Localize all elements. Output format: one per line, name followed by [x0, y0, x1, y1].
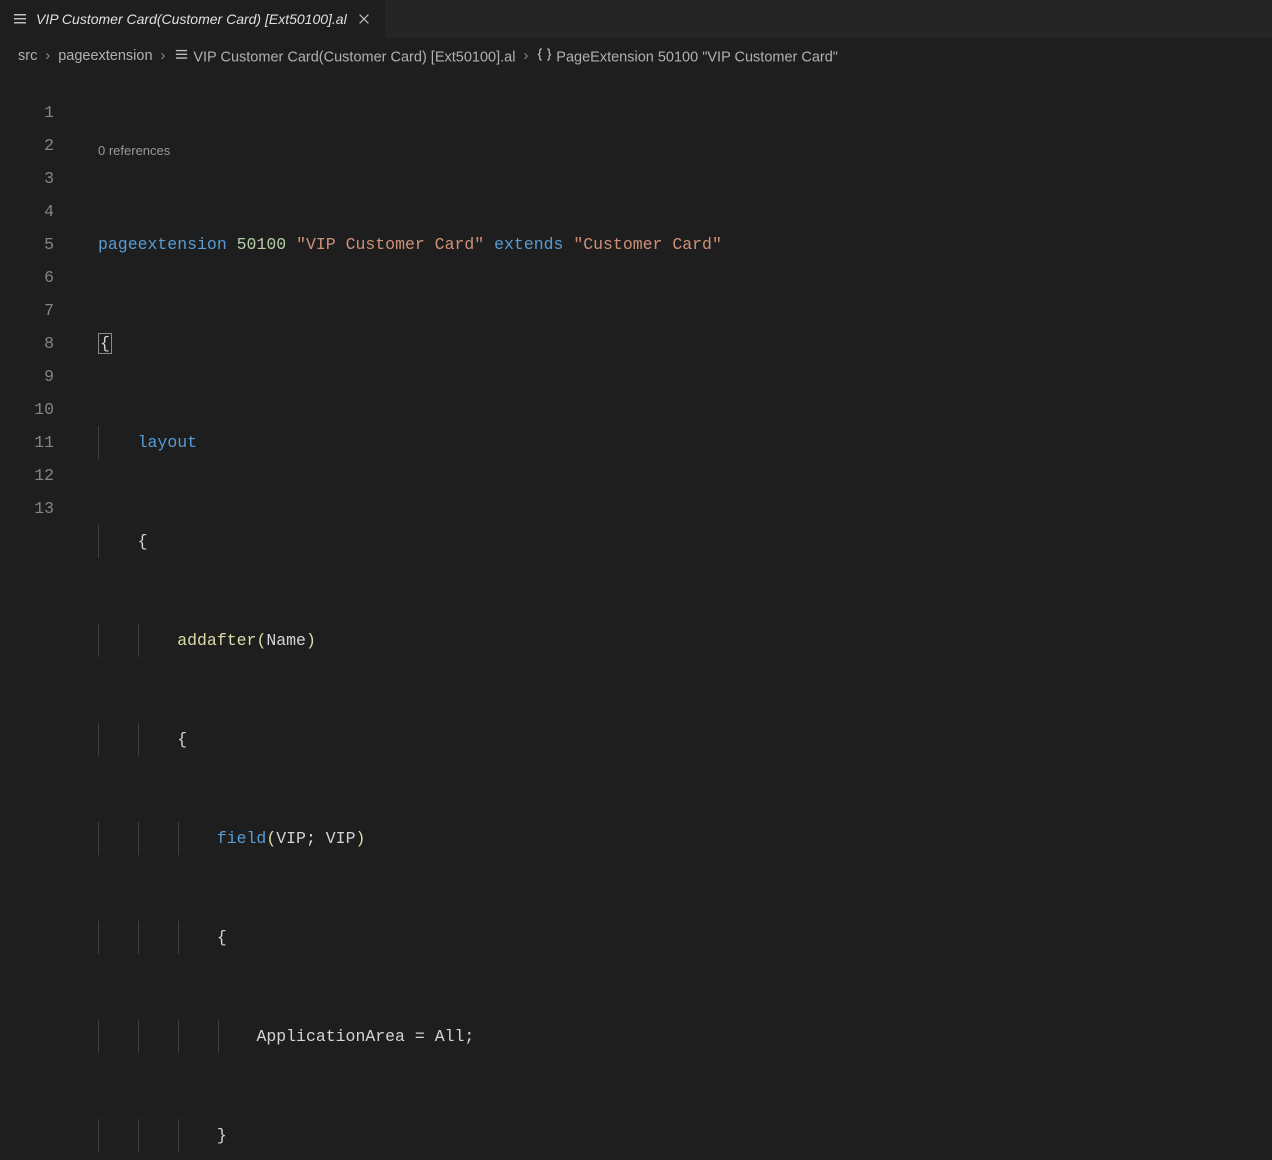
breadcrumb-symbol-label: PageExtension 50100 "VIP Customer Card": [556, 50, 838, 66]
file-icon: [12, 11, 28, 27]
file-icon: [173, 46, 189, 62]
breadcrumb-file[interactable]: VIP Customer Card(Customer Card) [Ext501…: [173, 46, 515, 66]
line-number: 9: [0, 360, 54, 393]
close-icon[interactable]: [355, 10, 373, 28]
line-number: 13: [0, 492, 54, 525]
tab-filename: VIP Customer Card(Customer Card) [Ext501…: [36, 11, 347, 27]
code-editor[interactable]: 1 2 3 4 5 6 7 8 9 10 11 12 13 0 referenc…: [0, 74, 1272, 1160]
breadcrumb-pageextension[interactable]: pageextension: [58, 48, 152, 64]
chevron-right-icon: ›: [523, 48, 528, 64]
chevron-right-icon: ›: [161, 48, 166, 64]
line-number: 1: [0, 96, 54, 129]
line-number: 3: [0, 162, 54, 195]
line-number: 2: [0, 129, 54, 162]
code-line[interactable]: field(VIP; VIP): [80, 822, 1272, 855]
line-number: 10: [0, 393, 54, 426]
file-tab-active[interactable]: VIP Customer Card(Customer Card) [Ext501…: [0, 0, 386, 38]
line-number: 6: [0, 261, 54, 294]
code-area[interactable]: 0 references pageextension 50100 "VIP Cu…: [80, 74, 1272, 1160]
code-line[interactable]: {: [80, 525, 1272, 558]
line-number: 5: [0, 228, 54, 261]
line-number: 11: [0, 426, 54, 459]
breadcrumb-file-label: VIP Customer Card(Customer Card) [Ext501…: [193, 50, 515, 66]
line-number: 12: [0, 459, 54, 492]
code-line[interactable]: addafter(Name): [80, 624, 1272, 657]
code-line[interactable]: }: [80, 1119, 1272, 1152]
line-number-gutter: 1 2 3 4 5 6 7 8 9 10 11 12 13: [0, 74, 80, 1160]
line-number: 4: [0, 195, 54, 228]
code-line[interactable]: layout: [80, 426, 1272, 459]
codelens-references[interactable]: 0 references: [80, 140, 1272, 162]
line-number: 8: [0, 327, 54, 360]
braces-icon: [536, 46, 552, 62]
code-line[interactable]: {: [80, 327, 1272, 360]
breadcrumb-src[interactable]: src: [18, 48, 37, 64]
tab-bar: VIP Customer Card(Customer Card) [Ext501…: [0, 0, 1272, 38]
breadcrumb: src › pageextension › VIP Customer Card(…: [0, 38, 1272, 74]
code-line[interactable]: pageextension 50100 "VIP Customer Card" …: [80, 228, 1272, 261]
code-line[interactable]: {: [80, 921, 1272, 954]
code-line[interactable]: {: [80, 723, 1272, 756]
line-number: 7: [0, 294, 54, 327]
chevron-right-icon: ›: [45, 48, 50, 64]
breadcrumb-symbol[interactable]: PageExtension 50100 "VIP Customer Card": [536, 46, 838, 66]
code-line[interactable]: ApplicationArea = All;: [80, 1020, 1272, 1053]
